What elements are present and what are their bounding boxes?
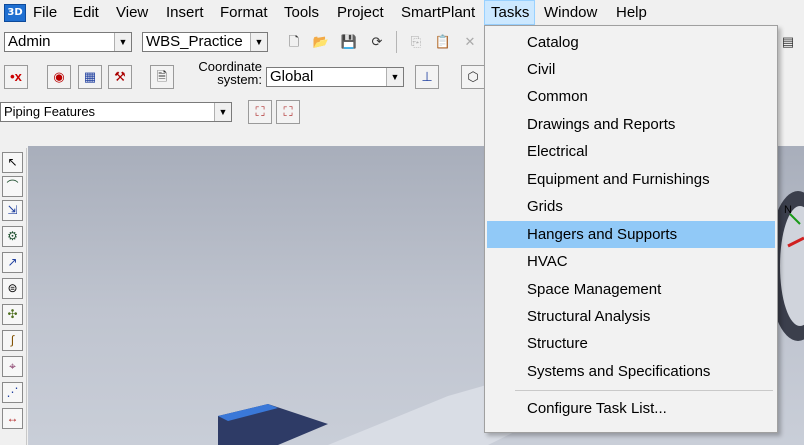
tasks-item-space-management[interactable]: Space Management <box>487 276 775 303</box>
delete-icon[interactable]: ✕ <box>458 30 482 54</box>
refresh-icon[interactable]: ⟳ <box>365 30 389 54</box>
open-folder-icon[interactable]: 📂 <box>309 30 333 54</box>
save-icon[interactable]: 💾 <box>337 30 361 54</box>
menu-bar: 3D File Edit View Insert Format Tools Pr… <box>0 0 804 25</box>
coordinate-system-select[interactable]: Global ▼ <box>266 67 404 87</box>
bend-icon[interactable]: ∫ <box>2 330 23 351</box>
chevron-down-icon[interactable]: ▼ <box>114 33 131 51</box>
menu-window[interactable]: Window <box>538 0 603 25</box>
wbs-select-value: WBS_Practice <box>146 33 243 50</box>
compass-label: N <box>784 204 792 216</box>
app-icon[interactable]: 3D <box>4 4 26 22</box>
coordinate-label: Coordinate system: <box>186 60 262 86</box>
tasks-item-systems-and-specifications[interactable]: Systems and Specifications <box>487 358 775 385</box>
select-arrow-icon[interactable]: ↖ <box>2 152 23 173</box>
tasks-dropdown-menu: Catalog Civil Common Drawings and Report… <box>484 25 778 433</box>
toolbar-divider <box>396 31 397 53</box>
tasks-item-common[interactable]: Common <box>487 83 775 110</box>
menu-smartplant[interactable]: SmartPlant <box>395 0 481 25</box>
tasks-item-configure-task-list[interactable]: Configure Task List... <box>487 395 775 422</box>
chevron-down-icon[interactable]: ▼ <box>214 103 231 121</box>
new-file-icon[interactable]: 🗋 <box>282 30 306 54</box>
tasks-item-equipment-and-furnishings[interactable]: Equipment and Furnishings <box>487 166 775 193</box>
menu-insert[interactable]: Insert <box>160 0 210 25</box>
menu-tasks[interactable]: Tasks <box>484 0 535 25</box>
tasks-item-catalog[interactable]: Catalog <box>487 29 775 56</box>
view-cube-icon[interactable]: ⬡ <box>461 65 485 89</box>
chevron-down-icon[interactable]: ▼ <box>386 68 403 86</box>
menu-file[interactable]: File <box>27 0 63 25</box>
place-instrument-icon[interactable]: ⌖ <box>2 356 23 377</box>
pipe-segment <box>218 404 328 445</box>
menu-help[interactable]: Help <box>610 0 653 25</box>
feature-filter-icon[interactable]: ⛶ <box>248 100 272 124</box>
user-select[interactable]: Admin ▼ <box>4 32 132 52</box>
tasks-item-hvac[interactable]: HVAC <box>487 248 775 275</box>
menu-divider <box>515 390 773 391</box>
piping-features-select[interactable]: Piping Features ▼ <box>0 102 232 122</box>
tasks-item-civil[interactable]: Civil <box>487 56 775 83</box>
wbs-select[interactable]: WBS_Practice ▼ <box>142 32 268 52</box>
tool-property-icon[interactable]: ⚒ <box>108 65 132 89</box>
paste-icon[interactable]: 📋 <box>431 30 455 54</box>
tasks-item-drawings-and-reports[interactable]: Drawings and Reports <box>487 111 775 138</box>
tasks-item-structure[interactable]: Structure <box>487 330 775 357</box>
valve-icon[interactable]: ✣ <box>2 304 23 325</box>
connect-icon[interactable]: ↗ <box>2 252 23 273</box>
copy-icon[interactable]: ⎘ <box>404 30 428 54</box>
coordinate-label-line2: system: <box>217 72 262 87</box>
piping-features-value: Piping Features <box>4 104 96 119</box>
menu-view[interactable]: View <box>110 0 154 25</box>
insert-component-icon[interactable]: ⇲ <box>2 200 23 221</box>
vertical-toolbar: ↖ ⌒ ⇲ ⚙ ↗ ⊜ ✣ ∫ ⌖ ⋰ ↔ <box>0 148 27 445</box>
coordinate-system-value: Global <box>270 68 314 85</box>
tasks-item-hangers-and-supports[interactable]: Hangers and Supports <box>487 221 775 248</box>
toolbar-overflow-icon[interactable]: ▤ <box>776 30 800 54</box>
menu-project[interactable]: Project <box>331 0 390 25</box>
slope-icon[interactable]: ⋰ <box>2 382 23 403</box>
menu-format[interactable]: Format <box>214 0 274 25</box>
spool-icon[interactable]: ⊜ <box>2 278 23 299</box>
inspect-icon[interactable]: ◉ <box>47 65 71 89</box>
dimension-icon[interactable]: ↔ <box>2 408 23 429</box>
properties-icon[interactable]: 🗎 <box>150 65 174 89</box>
route-pipe-icon[interactable]: ⌒ <box>2 176 23 197</box>
user-select-value: Admin <box>8 33 51 50</box>
menu-edit[interactable]: Edit <box>67 0 105 25</box>
chevron-down-icon[interactable]: ▼ <box>250 33 267 51</box>
axis-icon[interactable]: ⊥ <box>415 65 439 89</box>
tasks-item-structural-analysis[interactable]: Structural Analysis <box>487 303 775 330</box>
menu-tools[interactable]: Tools <box>278 0 325 25</box>
tasks-item-electrical[interactable]: Electrical <box>487 138 775 165</box>
feature-select-icon[interactable]: ⛶ <box>276 100 300 124</box>
tasks-item-grids[interactable]: Grids <box>487 193 775 220</box>
clear-select-icon[interactable]: •x <box>4 65 28 89</box>
insert-split-icon[interactable]: ⚙ <box>2 226 23 247</box>
filter-grid-icon[interactable]: ▦ <box>78 65 102 89</box>
